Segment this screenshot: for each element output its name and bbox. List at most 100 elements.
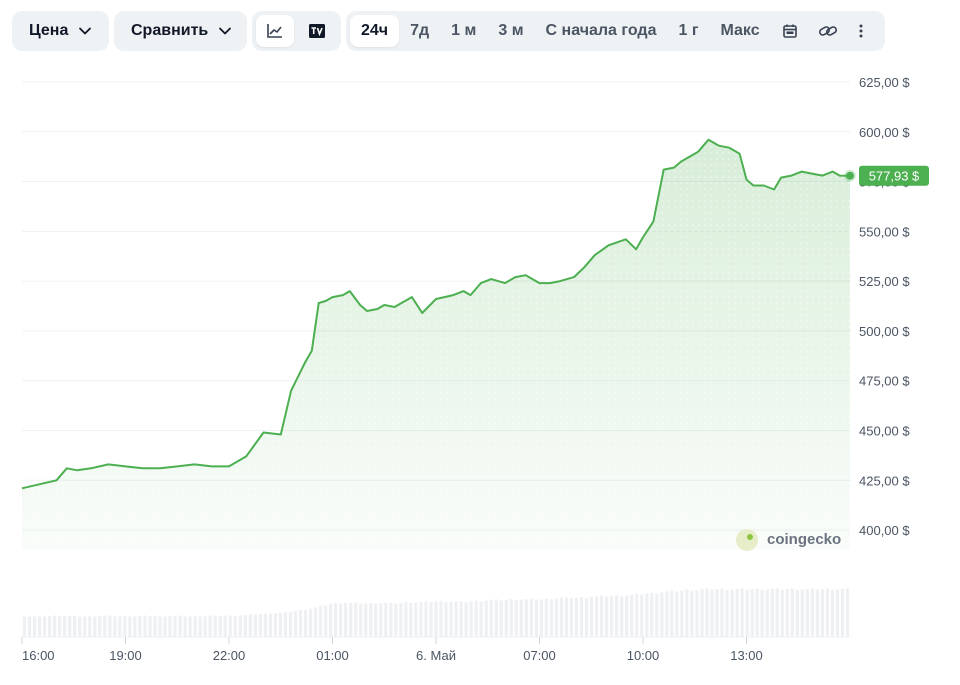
volume-bar (113, 616, 117, 637)
volume-bar (258, 613, 262, 637)
volume-bar (554, 598, 559, 637)
volume-bar (700, 589, 704, 637)
volume-bar (374, 603, 378, 637)
volume-bar (610, 595, 614, 637)
volume-bar (655, 593, 659, 637)
volume-bar (790, 588, 794, 637)
x-tick-label: 6. Май (416, 648, 456, 663)
volume-bar (690, 590, 694, 637)
volume-bar (765, 589, 769, 637)
volume-bar (68, 615, 72, 637)
volume-bar (845, 588, 850, 637)
volume-bar (223, 615, 227, 637)
volume-bar (589, 597, 594, 637)
volume-bar (32, 616, 37, 637)
volume-bar (650, 592, 654, 637)
volume-bar (303, 609, 308, 637)
volume-bar (630, 594, 634, 637)
volume-bar (208, 615, 212, 637)
volume-bar (459, 601, 463, 637)
volume-bar (163, 616, 167, 637)
volume-bar (745, 589, 749, 637)
volume-bar (519, 599, 523, 637)
volume-bar (344, 603, 348, 637)
volume-bar (369, 602, 373, 637)
volume-bar (42, 616, 47, 637)
volume-bar (334, 602, 338, 637)
volume-bar (404, 602, 408, 637)
volume-bar (449, 601, 453, 637)
x-tick-label: 16:00 (22, 648, 55, 663)
volume-bar (248, 614, 252, 637)
x-tick-label: 19:00 (109, 648, 142, 663)
current-price-label: 577,93 $ (869, 169, 920, 184)
volume-bar (539, 599, 543, 637)
volume-bar (725, 589, 729, 637)
volume-bar (569, 598, 574, 637)
volume-bar (349, 602, 353, 637)
volume-bar (665, 591, 669, 637)
volume-bar (464, 602, 468, 637)
volume-bar (645, 593, 649, 637)
volume-bar (715, 589, 719, 637)
volume-bar (524, 599, 528, 637)
last-point-marker (846, 171, 854, 180)
volume-bar (439, 601, 443, 637)
volume-bar (273, 613, 278, 637)
price-chart: 625,00 $600,00 $575,00 $550,00 $525,00 $… (21, 75, 929, 663)
volume-bar (98, 616, 102, 637)
volume-bar (293, 611, 298, 637)
volume-bar (218, 616, 222, 637)
volume-bar (579, 597, 584, 637)
y-tick-label: 425,00 $ (859, 473, 910, 488)
volume-bar (354, 602, 358, 637)
y-tick-label: 550,00 $ (859, 224, 910, 239)
volume-bar (263, 613, 267, 637)
volume-bar (815, 589, 819, 637)
volume-bar (298, 609, 303, 637)
volume-bar (574, 597, 579, 637)
volume-bar (750, 589, 754, 637)
volume-bar (243, 615, 247, 637)
volume-bar (584, 597, 589, 637)
volume-bar (78, 616, 82, 637)
volume-bar (675, 591, 679, 637)
volume-bar (489, 599, 493, 637)
volume-bar (128, 616, 132, 637)
volume-bar (108, 615, 112, 637)
volume-bar (820, 589, 824, 637)
volume-bar (233, 615, 237, 637)
volume-bar (730, 589, 734, 637)
volume-bar (173, 615, 177, 637)
volume-bar (529, 598, 533, 637)
volume-bar (564, 597, 569, 637)
volume-bar (268, 613, 272, 637)
volume-bar (605, 596, 609, 637)
volume-bar (429, 602, 433, 637)
y-tick-label: 525,00 $ (859, 274, 910, 289)
volume-bar (138, 615, 142, 637)
volume-bar (695, 590, 699, 637)
volume-bar (479, 601, 483, 637)
volume-bar (474, 600, 478, 637)
volume-bar (253, 614, 257, 637)
volume-bar (118, 616, 122, 637)
volume-bar (324, 605, 328, 637)
volume-bar (58, 616, 62, 637)
coingecko-watermark: coingecko (736, 529, 841, 551)
volume-bar (133, 616, 137, 637)
volume-bar (434, 601, 438, 637)
volume-bar (399, 602, 403, 637)
volume-bar (27, 616, 32, 637)
volume-bar (810, 588, 814, 637)
volume-bar (710, 589, 714, 637)
volume-bar (379, 603, 383, 637)
volume-bar (795, 589, 799, 637)
volume-bar (660, 592, 664, 637)
volume-bar (494, 599, 498, 637)
volume-bar (559, 597, 564, 637)
volume-bar (775, 588, 779, 637)
volume-bar (329, 603, 333, 637)
volume-bar (544, 598, 548, 637)
volume-bar (37, 616, 42, 637)
